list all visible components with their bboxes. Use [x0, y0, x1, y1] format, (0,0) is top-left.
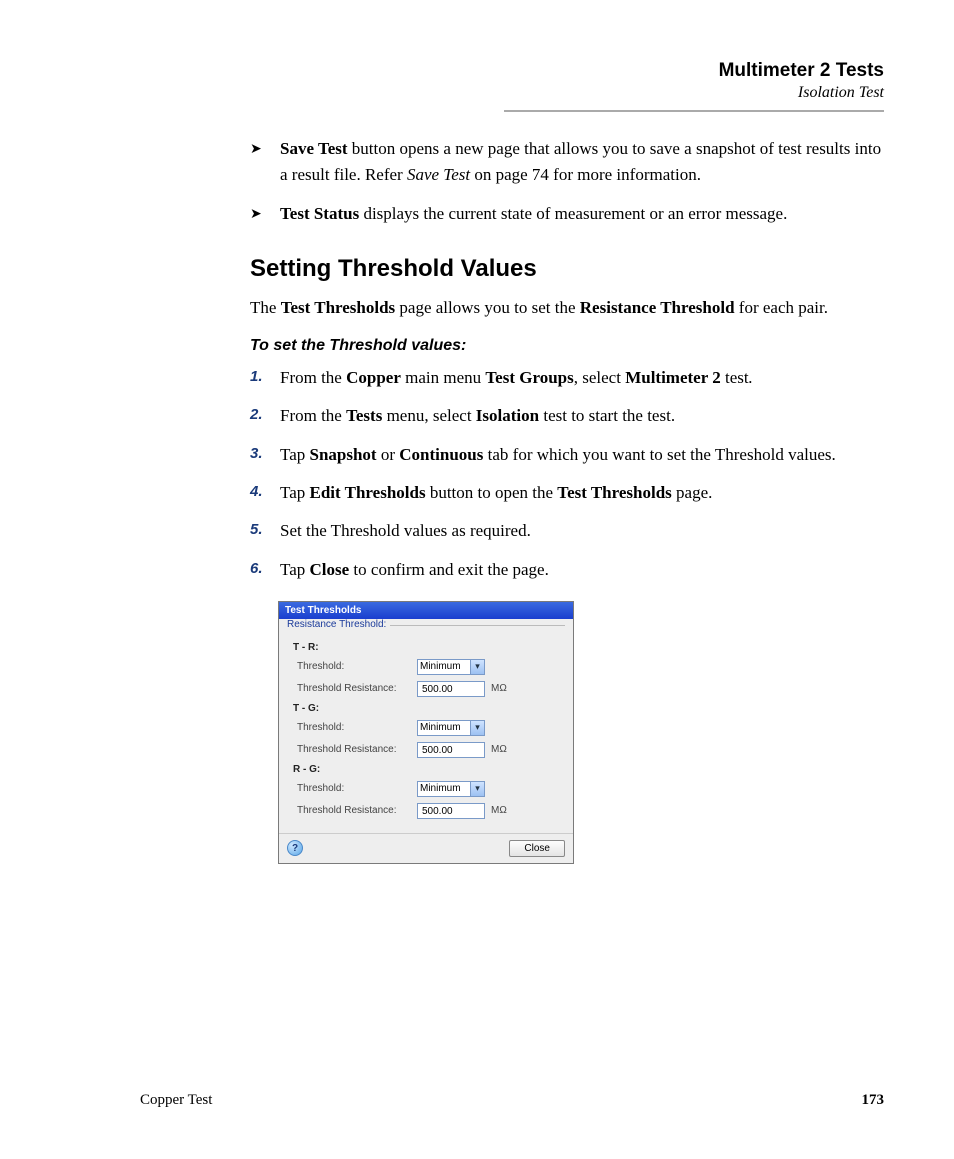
steps-list: From the Copper main menu Test Groups, s… [250, 365, 884, 583]
chevron-down-icon[interactable]: ▾ [470, 782, 484, 796]
bullet-item: Test Status displays the current state o… [250, 201, 884, 227]
step-item: Tap Edit Thresholds button to open the T… [250, 480, 884, 506]
bullet-item: Save Test button opens a new page that a… [250, 136, 884, 187]
text-bold: Test Groups [485, 368, 573, 387]
dialog-titlebar: Test Thresholds [279, 602, 573, 619]
bullet-text: displays the current state of measuremen… [359, 204, 787, 223]
text: page allows you to set the [395, 298, 580, 317]
text-bold: Isolation [476, 406, 539, 425]
page-number: 173 [862, 1092, 885, 1109]
text: Tap [280, 483, 310, 502]
text-bold: Tests [346, 406, 382, 425]
text: From the [280, 368, 346, 387]
bullet-italic: Save Test [407, 165, 470, 184]
threshold-resistance-label: Threshold Resistance: [297, 744, 417, 755]
text: for each pair. [735, 298, 828, 317]
text: Tap [280, 445, 310, 464]
text-bold: Resistance Threshold [580, 298, 735, 317]
text-bold: Edit Thresholds [310, 483, 426, 502]
threshold-label: Threshold: [297, 661, 417, 672]
threshold-select[interactable]: Minimum ▾ [417, 659, 485, 675]
text-bold: Continuous [399, 445, 483, 464]
text: page. [672, 483, 713, 502]
threshold-label: Threshold: [297, 722, 417, 733]
footer-left: Copper Test [140, 1092, 212, 1109]
text: menu, select [382, 406, 475, 425]
threshold-select[interactable]: Minimum ▾ [417, 781, 485, 797]
bullet-list: Save Test button opens a new page that a… [250, 136, 884, 227]
text: main menu [401, 368, 486, 387]
step-item: From the Copper main menu Test Groups, s… [250, 365, 884, 391]
close-button[interactable]: Close [509, 840, 565, 857]
section-heading: Setting Threshold Values [250, 255, 884, 283]
text: or [377, 445, 400, 464]
resistance-threshold-fieldset: Resistance Threshold: T - R: Threshold: … [287, 625, 565, 829]
test-thresholds-dialog: Test Thresholds Resistance Threshold: T … [278, 601, 574, 864]
chapter-subtitle: Isolation Test [70, 84, 884, 102]
bullet-lead: Test Status [280, 204, 359, 223]
unit-label: MΩ [491, 744, 507, 755]
text: The [250, 298, 281, 317]
bullet-lead: Save Test [280, 139, 348, 158]
text: test [721, 368, 749, 387]
pair-label: T - G: [293, 703, 561, 714]
step-item: Set the Threshold values as required. [250, 518, 884, 544]
text: tab for which you want to set the Thresh… [483, 445, 835, 464]
step-item: Tap Close to confirm and exit the page. [250, 557, 884, 583]
text-italic: . [749, 368, 753, 387]
chevron-down-icon[interactable]: ▾ [470, 721, 484, 735]
unit-label: MΩ [491, 805, 507, 816]
step-item: From the Tests menu, select Isolation te… [250, 403, 884, 429]
chapter-title: Multimeter 2 Tests [70, 60, 884, 82]
header-rule [504, 110, 884, 112]
pair-label: T - R: [293, 642, 561, 653]
select-value: Minimum [420, 783, 461, 794]
threshold-resistance-input[interactable]: 500.00 [417, 803, 485, 819]
text-bold: Test Thresholds [281, 298, 395, 317]
text-bold: Multimeter 2 [625, 368, 721, 387]
text-bold: Close [310, 560, 350, 579]
unit-label: MΩ [491, 683, 507, 694]
text-bold: Copper [346, 368, 401, 387]
chevron-down-icon[interactable]: ▾ [470, 660, 484, 674]
threshold-resistance-input[interactable]: 500.00 [417, 681, 485, 697]
step-item: Tap Snapshot or Continuous tab for which… [250, 442, 884, 468]
threshold-resistance-label: Threshold Resistance: [297, 683, 417, 694]
threshold-resistance-label: Threshold Resistance: [297, 805, 417, 816]
select-value: Minimum [420, 722, 461, 733]
select-value: Minimum [420, 661, 461, 672]
procedure-title: To set the Threshold values: [250, 337, 884, 355]
text: button to open the [426, 483, 558, 502]
threshold-label: Threshold: [297, 783, 417, 794]
text: Set the Threshold values as required. [280, 521, 531, 540]
text-bold: Test Thresholds [557, 483, 671, 502]
bullet-text: on page 74 for more information. [470, 165, 701, 184]
text: to confirm and exit the page. [349, 560, 549, 579]
text-bold: Snapshot [310, 445, 377, 464]
text: test to start the test. [539, 406, 675, 425]
text: , select [574, 368, 625, 387]
threshold-select[interactable]: Minimum ▾ [417, 720, 485, 736]
text: From the [280, 406, 346, 425]
fieldset-legend: Resistance Threshold: [287, 619, 390, 630]
page-footer: Copper Test 173 [140, 1092, 884, 1109]
intro-paragraph: The Test Thresholds page allows you to s… [250, 295, 884, 321]
pair-label: R - G: [293, 764, 561, 775]
text: Tap [280, 560, 310, 579]
threshold-resistance-input[interactable]: 500.00 [417, 742, 485, 758]
help-icon[interactable]: ? [287, 840, 303, 856]
